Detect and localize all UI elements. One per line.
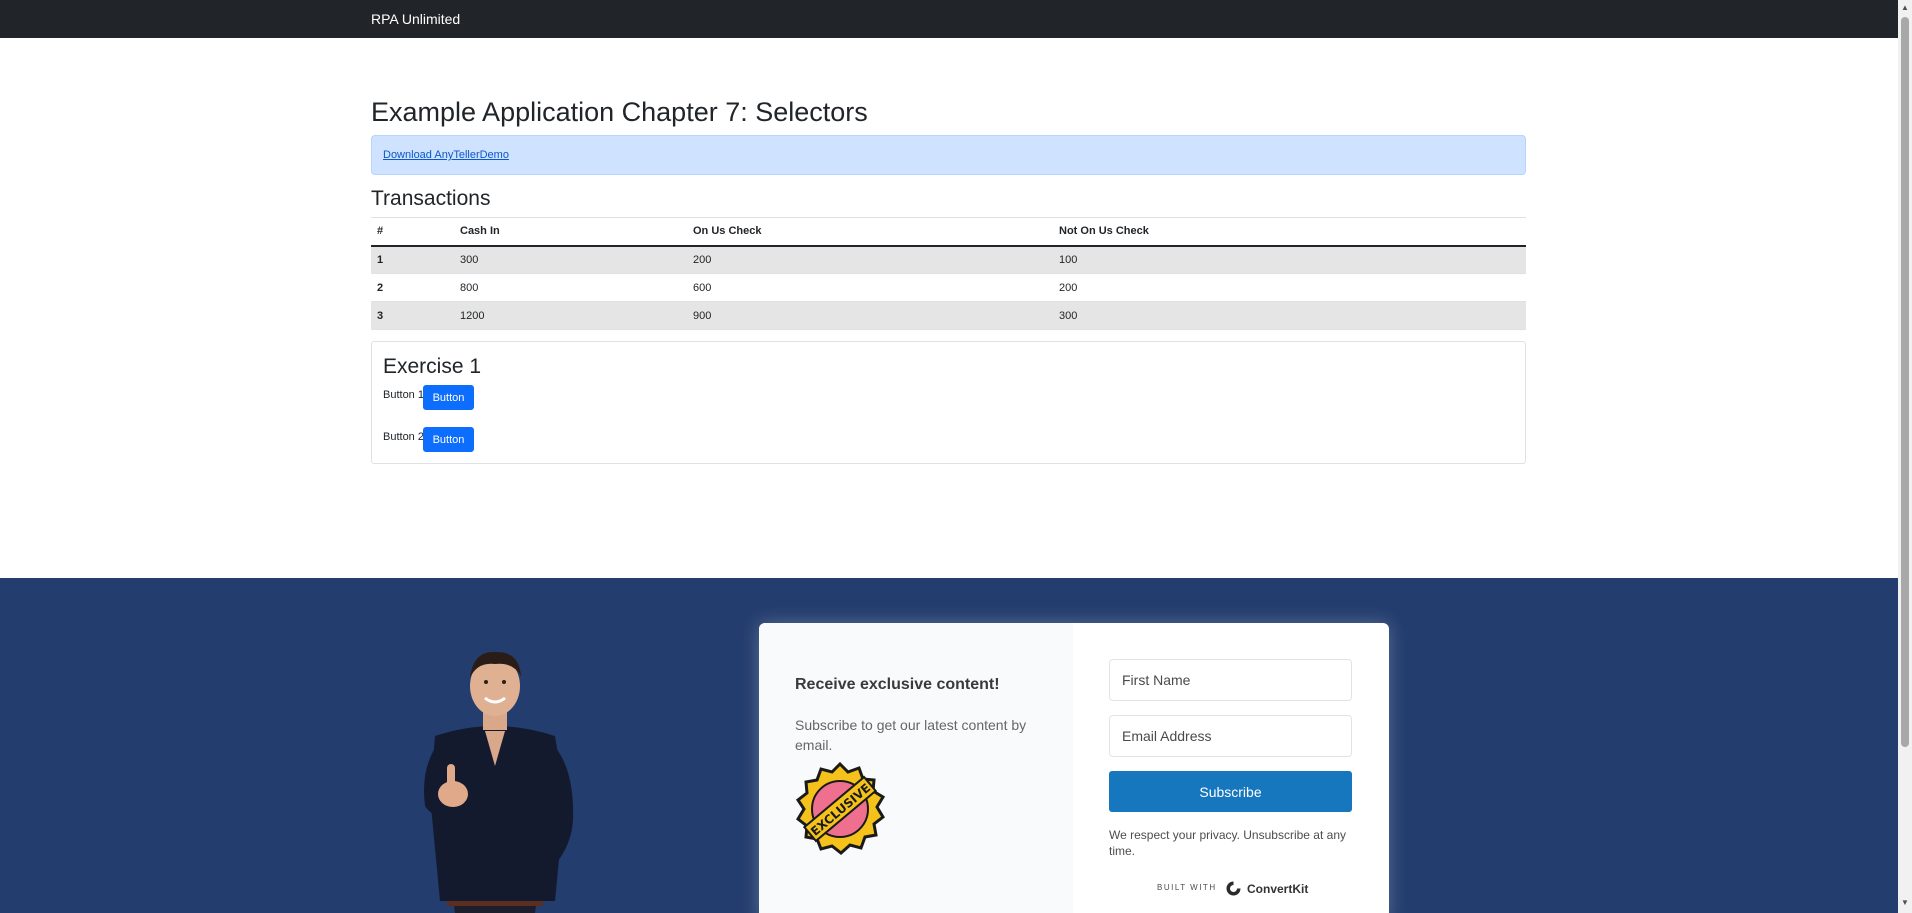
exercise-card: Exercise 1 Button 1 Button Button 2 Butt…	[371, 341, 1526, 464]
table-cell: 300	[454, 245, 687, 274]
table-cell: 2	[371, 273, 454, 302]
signup-heading: Receive exclusive content!	[795, 676, 1000, 693]
email-field[interactable]	[1109, 715, 1352, 757]
table-cell: 800	[454, 273, 687, 302]
table-cell: 1	[371, 245, 454, 274]
exercise-title: Exercise 1	[383, 355, 482, 378]
navbar: RPA Unlimited	[0, 0, 1898, 38]
table-cell: 3	[371, 301, 454, 330]
person-thumbs-up-image	[424, 651, 574, 913]
button-1-label: Button 1	[383, 389, 424, 401]
table-header-row: # Cash In On Us Check Not On Us Check	[371, 217, 1526, 247]
table-cell: 900	[687, 301, 1053, 330]
table-cell: 200	[1053, 273, 1526, 302]
convertkit-logo-icon	[1226, 881, 1241, 896]
exclusive-badge-icon: EXCLUSIVE	[795, 762, 886, 855]
download-alert: Download AnyTellerDemo	[371, 135, 1526, 175]
built-with-label: BUILT WITH	[1157, 883, 1217, 892]
convertkit-brand-link[interactable]: ConvertKit	[1247, 882, 1308, 896]
scrollbar-thumb[interactable]	[1901, 17, 1909, 747]
subscribe-button[interactable]: Subscribe	[1109, 771, 1352, 812]
transactions-title: Transactions	[371, 187, 491, 210]
column-header: #	[371, 217, 454, 247]
transactions-table: # Cash In On Us Check Not On Us Check 1 …	[371, 217, 1526, 330]
table-cell: 200	[687, 245, 1053, 274]
signup-form-card: Receive exclusive content! Subscribe to …	[759, 623, 1389, 913]
column-header: Not On Us Check	[1053, 217, 1526, 247]
column-header: Cash In	[454, 217, 687, 247]
table-cell: 100	[1053, 245, 1526, 274]
table-cell: 1200	[454, 301, 687, 330]
table-row: 2 800 600 200	[371, 273, 1526, 302]
first-name-field[interactable]	[1109, 659, 1352, 701]
table-row: 1 300 200 100	[371, 245, 1526, 274]
navbar-brand[interactable]: RPA Unlimited	[371, 11, 460, 27]
page-scrollbar[interactable]: ▲ ▼	[1898, 0, 1912, 913]
table-cell: 300	[1053, 301, 1526, 330]
table-cell: 600	[687, 273, 1053, 302]
button-1[interactable]: Button	[423, 385, 474, 410]
signup-info-panel: Receive exclusive content! Subscribe to …	[759, 623, 1073, 913]
scroll-up-arrow-icon[interactable]: ▲	[1901, 3, 1909, 12]
privacy-note: We respect your privacy. Unsubscribe at …	[1109, 828, 1346, 858]
download-link[interactable]: Download AnyTellerDemo	[383, 149, 509, 161]
column-header: On Us Check	[687, 217, 1053, 247]
button-2[interactable]: Button	[423, 427, 474, 452]
scroll-down-arrow-icon[interactable]: ▼	[1901, 898, 1909, 907]
signup-subtext: Subscribe to get our latest content by e…	[795, 717, 1027, 753]
page-title: Example Application Chapter 7: Selectors	[371, 97, 868, 127]
table-row: 3 1200 900 300	[371, 301, 1526, 330]
button-2-label: Button 2	[383, 431, 424, 443]
